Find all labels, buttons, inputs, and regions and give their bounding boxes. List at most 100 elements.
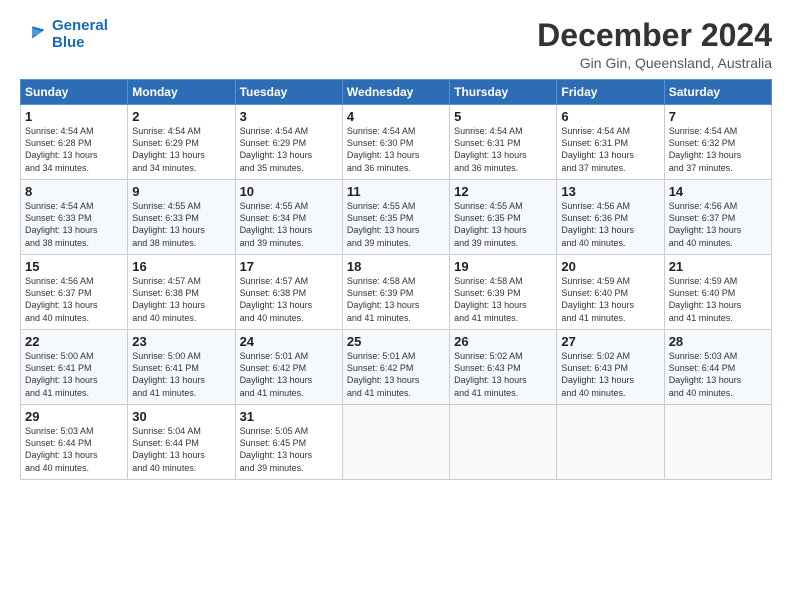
day-info: Sunrise: 5:03 AM Sunset: 6:44 PM Dayligh… bbox=[25, 425, 123, 474]
day-info: Sunrise: 4:57 AM Sunset: 6:38 PM Dayligh… bbox=[240, 275, 338, 324]
calendar-table: Sunday Monday Tuesday Wednesday Thursday… bbox=[20, 79, 772, 480]
day-info: Sunrise: 4:57 AM Sunset: 6:38 PM Dayligh… bbox=[132, 275, 230, 324]
day-info: Sunrise: 4:54 AM Sunset: 6:31 PM Dayligh… bbox=[561, 125, 659, 174]
day-number: 2 bbox=[132, 109, 230, 124]
day-number: 1 bbox=[25, 109, 123, 124]
day-number: 26 bbox=[454, 334, 552, 349]
day-number: 15 bbox=[25, 259, 123, 274]
day-number: 16 bbox=[132, 259, 230, 274]
day-cell: 29Sunrise: 5:03 AM Sunset: 6:44 PM Dayli… bbox=[21, 405, 128, 480]
day-cell: 27Sunrise: 5:02 AM Sunset: 6:43 PM Dayli… bbox=[557, 330, 664, 405]
col-friday: Friday bbox=[557, 80, 664, 105]
day-info: Sunrise: 5:04 AM Sunset: 6:44 PM Dayligh… bbox=[132, 425, 230, 474]
day-cell: 23Sunrise: 5:00 AM Sunset: 6:41 PM Dayli… bbox=[128, 330, 235, 405]
day-info: Sunrise: 4:55 AM Sunset: 6:35 PM Dayligh… bbox=[454, 200, 552, 249]
day-cell bbox=[342, 405, 449, 480]
day-number: 14 bbox=[669, 184, 767, 199]
day-cell: 10Sunrise: 4:55 AM Sunset: 6:34 PM Dayli… bbox=[235, 180, 342, 255]
day-number: 13 bbox=[561, 184, 659, 199]
month-title: December 2024 bbox=[537, 18, 772, 53]
day-info: Sunrise: 4:56 AM Sunset: 6:37 PM Dayligh… bbox=[25, 275, 123, 324]
day-cell: 20Sunrise: 4:59 AM Sunset: 6:40 PM Dayli… bbox=[557, 255, 664, 330]
day-cell: 16Sunrise: 4:57 AM Sunset: 6:38 PM Dayli… bbox=[128, 255, 235, 330]
day-cell bbox=[450, 405, 557, 480]
day-info: Sunrise: 4:55 AM Sunset: 6:35 PM Dayligh… bbox=[347, 200, 445, 249]
day-number: 21 bbox=[669, 259, 767, 274]
col-sunday: Sunday bbox=[21, 80, 128, 105]
col-tuesday: Tuesday bbox=[235, 80, 342, 105]
day-info: Sunrise: 4:56 AM Sunset: 6:36 PM Dayligh… bbox=[561, 200, 659, 249]
col-wednesday: Wednesday bbox=[342, 80, 449, 105]
day-info: Sunrise: 4:54 AM Sunset: 6:31 PM Dayligh… bbox=[454, 125, 552, 174]
day-number: 29 bbox=[25, 409, 123, 424]
day-cell: 6Sunrise: 4:54 AM Sunset: 6:31 PM Daylig… bbox=[557, 105, 664, 180]
week-row-1: 1Sunrise: 4:54 AM Sunset: 6:28 PM Daylig… bbox=[21, 105, 772, 180]
day-cell: 11Sunrise: 4:55 AM Sunset: 6:35 PM Dayli… bbox=[342, 180, 449, 255]
logo-text: General Blue bbox=[52, 18, 108, 51]
day-number: 31 bbox=[240, 409, 338, 424]
day-cell: 14Sunrise: 4:56 AM Sunset: 6:37 PM Dayli… bbox=[664, 180, 771, 255]
week-row-5: 29Sunrise: 5:03 AM Sunset: 6:44 PM Dayli… bbox=[21, 405, 772, 480]
day-number: 4 bbox=[347, 109, 445, 124]
day-number: 3 bbox=[240, 109, 338, 124]
day-number: 6 bbox=[561, 109, 659, 124]
day-cell: 9Sunrise: 4:55 AM Sunset: 6:33 PM Daylig… bbox=[128, 180, 235, 255]
day-cell: 21Sunrise: 4:59 AM Sunset: 6:40 PM Dayli… bbox=[664, 255, 771, 330]
week-row-3: 15Sunrise: 4:56 AM Sunset: 6:37 PM Dayli… bbox=[21, 255, 772, 330]
day-cell: 22Sunrise: 5:00 AM Sunset: 6:41 PM Dayli… bbox=[21, 330, 128, 405]
col-thursday: Thursday bbox=[450, 80, 557, 105]
day-number: 18 bbox=[347, 259, 445, 274]
logo-line2: Blue bbox=[52, 34, 85, 51]
day-info: Sunrise: 4:58 AM Sunset: 6:39 PM Dayligh… bbox=[347, 275, 445, 324]
day-number: 23 bbox=[132, 334, 230, 349]
day-info: Sunrise: 5:00 AM Sunset: 6:41 PM Dayligh… bbox=[132, 350, 230, 399]
day-cell: 24Sunrise: 5:01 AM Sunset: 6:42 PM Dayli… bbox=[235, 330, 342, 405]
day-number: 27 bbox=[561, 334, 659, 349]
day-cell: 2Sunrise: 4:54 AM Sunset: 6:29 PM Daylig… bbox=[128, 105, 235, 180]
week-row-4: 22Sunrise: 5:00 AM Sunset: 6:41 PM Dayli… bbox=[21, 330, 772, 405]
day-number: 20 bbox=[561, 259, 659, 274]
page: General Blue December 2024 Gin Gin, Quee… bbox=[0, 0, 792, 612]
day-info: Sunrise: 5:00 AM Sunset: 6:41 PM Dayligh… bbox=[25, 350, 123, 399]
day-cell: 15Sunrise: 4:56 AM Sunset: 6:37 PM Dayli… bbox=[21, 255, 128, 330]
location: Gin Gin, Queensland, Australia bbox=[537, 55, 772, 71]
day-number: 10 bbox=[240, 184, 338, 199]
day-number: 9 bbox=[132, 184, 230, 199]
day-cell bbox=[557, 405, 664, 480]
day-info: Sunrise: 4:58 AM Sunset: 6:39 PM Dayligh… bbox=[454, 275, 552, 324]
day-cell: 28Sunrise: 5:03 AM Sunset: 6:44 PM Dayli… bbox=[664, 330, 771, 405]
day-number: 11 bbox=[347, 184, 445, 199]
day-info: Sunrise: 4:59 AM Sunset: 6:40 PM Dayligh… bbox=[669, 275, 767, 324]
day-cell: 12Sunrise: 4:55 AM Sunset: 6:35 PM Dayli… bbox=[450, 180, 557, 255]
day-info: Sunrise: 4:54 AM Sunset: 6:30 PM Dayligh… bbox=[347, 125, 445, 174]
day-cell: 5Sunrise: 4:54 AM Sunset: 6:31 PM Daylig… bbox=[450, 105, 557, 180]
day-info: Sunrise: 4:55 AM Sunset: 6:33 PM Dayligh… bbox=[132, 200, 230, 249]
day-number: 28 bbox=[669, 334, 767, 349]
header: General Blue December 2024 Gin Gin, Quee… bbox=[20, 18, 772, 71]
day-cell: 26Sunrise: 5:02 AM Sunset: 6:43 PM Dayli… bbox=[450, 330, 557, 405]
logo: General Blue bbox=[20, 18, 108, 51]
day-info: Sunrise: 5:01 AM Sunset: 6:42 PM Dayligh… bbox=[240, 350, 338, 399]
day-info: Sunrise: 4:54 AM Sunset: 6:29 PM Dayligh… bbox=[132, 125, 230, 174]
title-block: December 2024 Gin Gin, Queensland, Austr… bbox=[537, 18, 772, 71]
day-number: 8 bbox=[25, 184, 123, 199]
day-cell: 30Sunrise: 5:04 AM Sunset: 6:44 PM Dayli… bbox=[128, 405, 235, 480]
day-cell: 13Sunrise: 4:56 AM Sunset: 6:36 PM Dayli… bbox=[557, 180, 664, 255]
day-number: 22 bbox=[25, 334, 123, 349]
day-number: 30 bbox=[132, 409, 230, 424]
day-info: Sunrise: 4:54 AM Sunset: 6:32 PM Dayligh… bbox=[669, 125, 767, 174]
day-info: Sunrise: 5:01 AM Sunset: 6:42 PM Dayligh… bbox=[347, 350, 445, 399]
day-number: 25 bbox=[347, 334, 445, 349]
day-cell bbox=[664, 405, 771, 480]
day-info: Sunrise: 5:02 AM Sunset: 6:43 PM Dayligh… bbox=[561, 350, 659, 399]
day-cell: 7Sunrise: 4:54 AM Sunset: 6:32 PM Daylig… bbox=[664, 105, 771, 180]
day-info: Sunrise: 5:03 AM Sunset: 6:44 PM Dayligh… bbox=[669, 350, 767, 399]
day-cell: 19Sunrise: 4:58 AM Sunset: 6:39 PM Dayli… bbox=[450, 255, 557, 330]
day-number: 12 bbox=[454, 184, 552, 199]
day-cell: 18Sunrise: 4:58 AM Sunset: 6:39 PM Dayli… bbox=[342, 255, 449, 330]
day-cell: 25Sunrise: 5:01 AM Sunset: 6:42 PM Dayli… bbox=[342, 330, 449, 405]
day-info: Sunrise: 4:54 AM Sunset: 6:29 PM Dayligh… bbox=[240, 125, 338, 174]
day-info: Sunrise: 4:54 AM Sunset: 6:28 PM Dayligh… bbox=[25, 125, 123, 174]
day-info: Sunrise: 4:54 AM Sunset: 6:33 PM Dayligh… bbox=[25, 200, 123, 249]
week-row-2: 8Sunrise: 4:54 AM Sunset: 6:33 PM Daylig… bbox=[21, 180, 772, 255]
